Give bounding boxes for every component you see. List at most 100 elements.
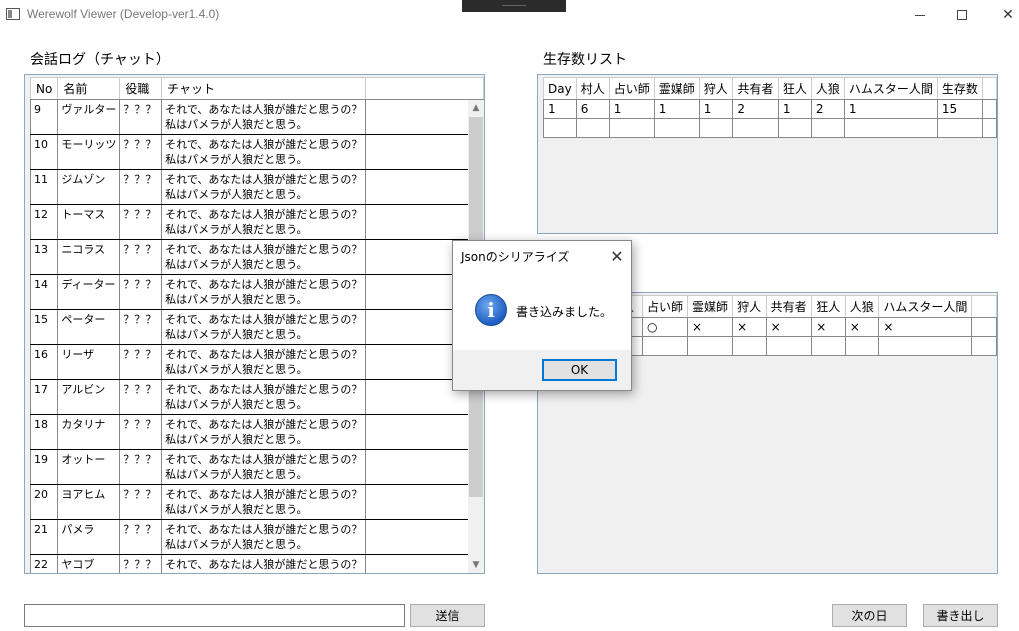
survivor-cell[interactable]: 2 xyxy=(810,99,845,119)
cell-chat[interactable]: それで、あなたは人狼が誰だと思うの？ 私はパメラが人狼だと思う。 xyxy=(161,484,367,520)
role-cell[interactable] xyxy=(642,336,689,356)
role-cell[interactable]: × xyxy=(732,317,767,337)
survivor-header[interactable]: 人狼 xyxy=(810,77,845,100)
minimize-button[interactable] xyxy=(897,0,943,30)
role-cell[interactable]: × xyxy=(811,317,846,337)
survivor-header[interactable]: 共有者 xyxy=(732,77,779,100)
role-header[interactable]: 狂人 xyxy=(811,295,846,318)
survivor-header[interactable]: 狩人 xyxy=(698,77,734,100)
ok-button[interactable]: OK xyxy=(542,359,617,381)
cell-name[interactable]: モーリッツ xyxy=(57,134,121,170)
cell-name[interactable]: ヤコブ xyxy=(57,554,121,573)
chat-row[interactable]: 19 オットー？？？ それで、あなたは人狼が誰だと思うの？ 私はパメラが人狼だと思う。 xyxy=(29,449,484,485)
survivor-header[interactable]: ハムスター人間 xyxy=(843,77,938,100)
cell-name[interactable]: ディーター xyxy=(57,274,121,310)
chat-row[interactable]: 21 パメラ？？？ それで、あなたは人狼が誰だと思うの？ 私はパメラが人狼だと思う。 xyxy=(29,519,484,555)
chat-log-grid[interactable]: No 名前 役職 チャット 9 ヴァルター？？？ それで、あなたは人狼が誰だと思うの… xyxy=(24,74,485,574)
survivor-row[interactable] xyxy=(543,118,997,138)
cell-role[interactable]: ？？？ xyxy=(119,484,163,520)
survivor-cell[interactable] xyxy=(810,118,845,138)
cell-role[interactable]: ？？？ xyxy=(119,519,163,555)
role-header[interactable]: 狩人 xyxy=(732,295,767,318)
survivor-cell[interactable]: 15 xyxy=(936,99,983,119)
cell-no[interactable]: 20 xyxy=(29,484,59,520)
dialog-close-icon[interactable]: ✕ xyxy=(605,245,629,267)
maximize-button[interactable] xyxy=(939,0,985,30)
cell-no[interactable]: 17 xyxy=(29,379,59,415)
survivor-cell[interactable] xyxy=(698,118,734,138)
cell-role[interactable]: ？？？ xyxy=(119,239,163,275)
chat-row[interactable]: 16 リーザ？？？ それで、あなたは人狼が誰だと思うの？ 私はパメラが人狼だと思う。 xyxy=(29,344,484,380)
survivor-cell[interactable]: 1 xyxy=(608,99,655,119)
header-role[interactable]: 役職 xyxy=(119,77,163,100)
cell-no[interactable]: 19 xyxy=(29,449,59,485)
survivor-cell[interactable]: 6 xyxy=(575,99,610,119)
cell-chat[interactable]: それで、あなたは人狼が誰だと思うの？ 私はパメラが人狼だと思う。 xyxy=(161,274,367,310)
survivor-cell[interactable] xyxy=(543,118,577,138)
survivor-cell[interactable]: 1 xyxy=(543,99,577,119)
cell-role[interactable]: ？？？ xyxy=(119,169,163,205)
survivor-header[interactable]: 村人 xyxy=(575,77,610,100)
chat-row[interactable]: 9 ヴァルター？？？ それで、あなたは人狼が誰だと思うの？ 私はパメラが人狼だと思う。 xyxy=(29,99,484,135)
survivor-row[interactable]: 1 6 1 1 1 2 1 2 1 15 xyxy=(543,99,997,119)
role-row[interactable]: ○ × × × × × × xyxy=(616,317,997,337)
scroll-down-icon[interactable]: ▼ xyxy=(468,557,484,573)
cell-no[interactable]: 22 xyxy=(29,554,59,573)
survivor-header[interactable]: 占い師 xyxy=(608,77,655,100)
survivor-cell[interactable]: 1 xyxy=(777,99,812,119)
role-cell[interactable] xyxy=(844,336,880,356)
survivor-cell[interactable] xyxy=(653,118,700,138)
chat-row[interactable]: 18 カタリナ？？？ それで、あなたは人狼が誰だと思うの？ 私はパメラが人狼だと思う。 xyxy=(29,414,484,450)
cell-name[interactable]: アルビン xyxy=(57,379,121,415)
cell-no[interactable]: 15 xyxy=(29,309,59,345)
role-cell[interactable] xyxy=(811,336,846,356)
header-name[interactable]: 名前 xyxy=(57,77,121,100)
cell-chat[interactable]: それで、あなたは人狼が誰だと思うの？ 私はパメラが人狼だと思う。 xyxy=(161,449,367,485)
drag-handle[interactable] xyxy=(462,0,566,12)
cell-role[interactable]: ？？？ xyxy=(119,554,163,573)
next-day-button[interactable]: 次の日 xyxy=(832,604,907,627)
chat-input[interactable] xyxy=(24,604,405,627)
chat-row[interactable]: 17 アルビン？？？ それで、あなたは人狼が誰だと思うの？ 私はパメラが人狼だと思う。 xyxy=(29,379,484,415)
role-row[interactable] xyxy=(616,336,997,356)
cell-chat[interactable]: それで、あなたは人狼が誰だと思うの？ 私はパメラが人狼だと思う。 xyxy=(161,519,367,555)
cell-role[interactable]: ？？？ xyxy=(119,449,163,485)
cell-no[interactable]: 11 xyxy=(29,169,59,205)
cell-name[interactable]: トーマス xyxy=(57,204,121,240)
chat-row[interactable]: 10 モーリッツ？？？ それで、あなたは人狼が誰だと思うの？ 私はパメラが人狼だと思う… xyxy=(29,134,484,170)
cell-no[interactable]: 9 xyxy=(29,99,59,135)
chat-row[interactable]: 13 ニコラス？？？ それで、あなたは人狼が誰だと思うの？ 私はパメラが人狼だと思う。 xyxy=(29,239,484,275)
cell-chat[interactable]: それで、あなたは人狼が誰だと思うの？ 私はパメラが人狼だと思う。 xyxy=(161,99,367,135)
cell-role[interactable]: ？？？ xyxy=(119,99,163,135)
cell-no[interactable]: 10 xyxy=(29,134,59,170)
survivor-cell[interactable] xyxy=(608,118,655,138)
survivor-header[interactable]: 霊媒師 xyxy=(653,77,700,100)
survivor-cell[interactable] xyxy=(777,118,812,138)
cell-name[interactable]: カタリナ xyxy=(57,414,121,450)
cell-no[interactable]: 16 xyxy=(29,344,59,380)
role-header[interactable]: 占い師 xyxy=(642,295,689,318)
header-chat[interactable]: チャット xyxy=(161,77,367,100)
cell-role[interactable]: ？？？ xyxy=(119,204,163,240)
role-cell[interactable] xyxy=(687,336,734,356)
cell-name[interactable]: ペーター xyxy=(57,309,121,345)
cell-chat[interactable]: それで、あなたは人狼が誰だと思うの？ 私はパメラが人狼だと思う。 xyxy=(161,134,367,170)
cell-name[interactable]: ジムゾン xyxy=(57,169,121,205)
role-cell[interactable]: × xyxy=(844,317,880,337)
chat-row[interactable]: 22 ヤコブ？？？ それで、あなたは人狼が誰だと思うの？ xyxy=(29,554,484,573)
cell-role[interactable]: ？？？ xyxy=(119,134,163,170)
survivor-cell[interactable]: 1 xyxy=(843,99,938,119)
role-cell[interactable] xyxy=(732,336,767,356)
cell-name[interactable]: ヨアヒム xyxy=(57,484,121,520)
cell-role[interactable]: ？？？ xyxy=(119,309,163,345)
role-cell[interactable]: × xyxy=(687,317,734,337)
survivor-cell[interactable] xyxy=(843,118,938,138)
cell-no[interactable]: 12 xyxy=(29,204,59,240)
role-cell[interactable]: × xyxy=(878,317,973,337)
cell-name[interactable]: オットー xyxy=(57,449,121,485)
chat-row[interactable]: 14 ディーター？？？ それで、あなたは人狼が誰だと思うの？ 私はパメラが人狼だと思う… xyxy=(29,274,484,310)
survivors-grid[interactable]: Day 村人 占い師 霊媒師 狩人 共有者 狂人 人狼 ハムスター人間 生存数 161112121… xyxy=(537,74,998,234)
role-header[interactable]: 共有者 xyxy=(765,295,813,318)
chat-row[interactable]: 12 トーマス？？？ それで、あなたは人狼が誰だと思うの？ 私はパメラが人狼だと思う。 xyxy=(29,204,484,240)
chat-row[interactable]: 20 ヨアヒム？？？ それで、あなたは人狼が誰だと思うの？ 私はパメラが人狼だと思う。 xyxy=(29,484,484,520)
